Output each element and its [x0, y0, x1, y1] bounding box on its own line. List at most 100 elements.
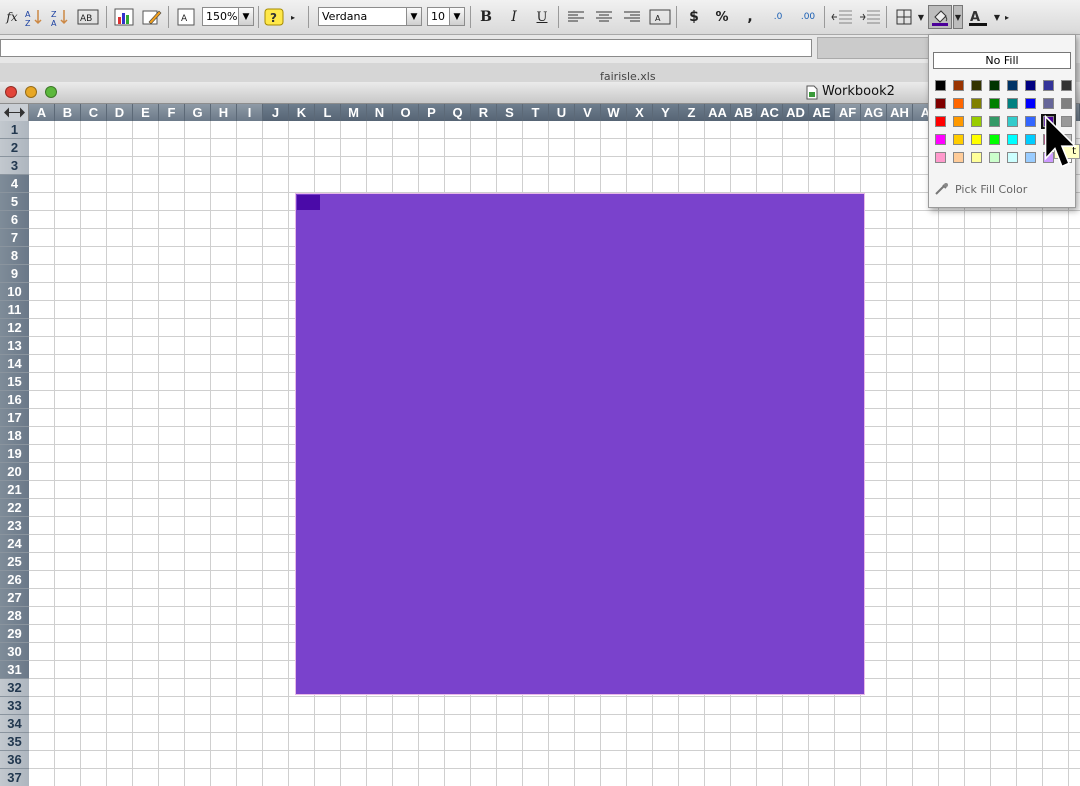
color-swatch[interactable]	[971, 80, 982, 91]
color-swatch[interactable]	[953, 134, 964, 145]
column-header-ad[interactable]: AD	[783, 104, 809, 121]
row-header-1[interactable]: 1	[0, 121, 29, 139]
color-swatch[interactable]	[1007, 134, 1018, 145]
chevron-down-icon[interactable]: ▼	[238, 8, 253, 25]
row-header-31[interactable]: 31	[0, 661, 29, 679]
row-header-15[interactable]: 15	[0, 373, 29, 391]
column-header-l[interactable]: L	[315, 104, 341, 121]
row-header-28[interactable]: 28	[0, 607, 29, 625]
column-header-x[interactable]: X	[627, 104, 653, 121]
column-header-af[interactable]: AF	[835, 104, 861, 121]
underline-button[interactable]: U	[530, 5, 554, 29]
row-header-3[interactable]: 3	[0, 157, 29, 175]
toolbar-overflow-icon[interactable]: ▸	[1002, 5, 1012, 29]
column-header-d[interactable]: D	[107, 104, 133, 121]
color-swatch[interactable]	[1007, 80, 1018, 91]
decrease-decimal-button[interactable]: .00	[794, 5, 822, 29]
pick-fill-color-button[interactable]: Pick Fill Color	[933, 181, 1027, 197]
row-header-2[interactable]: 2	[0, 139, 29, 157]
row-header-5[interactable]: 5	[0, 193, 29, 211]
column-header-b[interactable]: B	[55, 104, 81, 121]
column-header-c[interactable]: C	[81, 104, 107, 121]
color-swatch[interactable]	[953, 152, 964, 163]
cell-grid[interactable]	[29, 121, 1080, 786]
align-left-icon[interactable]	[564, 5, 588, 29]
font-size-combo[interactable]: 10 ▼	[427, 7, 465, 26]
color-swatch[interactable]	[935, 80, 946, 91]
help-icon[interactable]: ?	[262, 5, 286, 29]
row-header-16[interactable]: 16	[0, 391, 29, 409]
borders-dropdown-icon[interactable]: ▼	[916, 5, 926, 29]
align-center-icon[interactable]	[592, 5, 616, 29]
row-header-36[interactable]: 36	[0, 751, 29, 769]
column-header-ag[interactable]: AG	[861, 104, 887, 121]
row-header-17[interactable]: 17	[0, 409, 29, 427]
color-swatch[interactable]	[989, 80, 1000, 91]
color-swatch[interactable]	[971, 134, 982, 145]
row-header-9[interactable]: 9	[0, 265, 29, 283]
sort-descending-icon[interactable]: ZA	[48, 5, 72, 29]
color-swatch[interactable]	[935, 152, 946, 163]
column-header-s[interactable]: S	[497, 104, 523, 121]
zoom-combo[interactable]: 150% ▼	[202, 7, 254, 26]
row-header-29[interactable]: 29	[0, 625, 29, 643]
column-header-g[interactable]: G	[185, 104, 211, 121]
color-swatch[interactable]	[1025, 152, 1036, 163]
row-header-23[interactable]: 23	[0, 517, 29, 535]
column-header-aa[interactable]: AA	[705, 104, 731, 121]
color-swatch[interactable]	[953, 80, 964, 91]
borders-icon[interactable]	[892, 5, 916, 29]
row-header-24[interactable]: 24	[0, 535, 29, 553]
active-cell[interactable]	[297, 195, 320, 210]
color-swatch[interactable]	[935, 98, 946, 109]
sort-ascending-icon[interactable]: AZ	[22, 5, 46, 29]
row-header-27[interactable]: 27	[0, 589, 29, 607]
color-swatch[interactable]	[1007, 152, 1018, 163]
column-header-t[interactable]: T	[523, 104, 549, 121]
function-button[interactable]: fx	[0, 5, 24, 29]
fill-color-button[interactable]	[928, 5, 952, 29]
color-swatch[interactable]	[971, 98, 982, 109]
column-header-y[interactable]: Y	[653, 104, 679, 121]
row-header-11[interactable]: 11	[0, 301, 29, 319]
column-header-u[interactable]: U	[549, 104, 575, 121]
row-header-8[interactable]: 8	[0, 247, 29, 265]
font-name-combo[interactable]: Verdana ▼	[318, 7, 422, 26]
row-header-25[interactable]: 25	[0, 553, 29, 571]
row-header-14[interactable]: 14	[0, 355, 29, 373]
column-header-p[interactable]: P	[419, 104, 445, 121]
chart-wizard-icon[interactable]	[112, 5, 136, 29]
column-header-f[interactable]: F	[159, 104, 185, 121]
row-header-33[interactable]: 33	[0, 697, 29, 715]
color-swatch[interactable]	[989, 134, 1000, 145]
color-swatch[interactable]	[1007, 98, 1018, 109]
italic-button[interactable]: I	[502, 5, 526, 29]
row-header-26[interactable]: 26	[0, 571, 29, 589]
decrease-indent-icon[interactable]	[830, 5, 854, 29]
select-all-corner[interactable]	[0, 104, 29, 121]
column-header-ab[interactable]: AB	[731, 104, 757, 121]
no-fill-button[interactable]: No Fill	[933, 52, 1071, 69]
formula-input[interactable]	[0, 39, 812, 57]
color-swatch[interactable]	[935, 116, 946, 127]
row-header-12[interactable]: 12	[0, 319, 29, 337]
chevron-down-icon[interactable]: ▼	[406, 8, 421, 25]
text-box-icon[interactable]: A	[174, 5, 198, 29]
bold-button[interactable]: B	[474, 5, 498, 29]
row-header-4[interactable]: 4	[0, 175, 29, 193]
column-header-ah[interactable]: AH	[887, 104, 913, 121]
zoom-window-button[interactable]	[45, 86, 57, 98]
row-header-21[interactable]: 21	[0, 481, 29, 499]
spelling-icon[interactable]: AB	[76, 5, 100, 29]
color-swatch[interactable]	[1007, 116, 1018, 127]
chevron-down-icon[interactable]: ▼	[449, 8, 464, 25]
column-header-m[interactable]: M	[341, 104, 367, 121]
color-swatch[interactable]	[971, 116, 982, 127]
filled-selection-range[interactable]	[295, 193, 865, 695]
drawing-icon[interactable]	[140, 5, 164, 29]
color-swatch[interactable]	[1061, 98, 1072, 109]
row-header-20[interactable]: 20	[0, 463, 29, 481]
row-header-34[interactable]: 34	[0, 715, 29, 733]
row-header-19[interactable]: 19	[0, 445, 29, 463]
color-swatch[interactable]	[1061, 80, 1072, 91]
